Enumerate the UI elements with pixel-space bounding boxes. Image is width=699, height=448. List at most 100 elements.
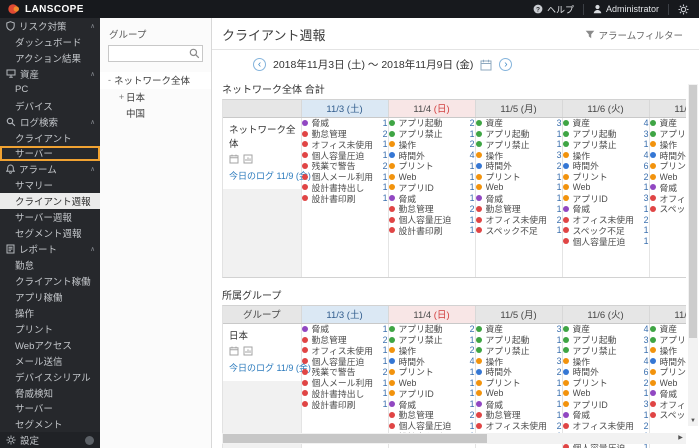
- sidebar-item-server-report[interactable]: サーバー: [0, 401, 100, 417]
- vertical-scrollbar-thumb[interactable]: [689, 85, 697, 339]
- alarm-count[interactable]: 2: [644, 215, 649, 225]
- alarm-count[interactable]: 1: [383, 172, 388, 182]
- tree-expander-icon[interactable]: +: [117, 92, 126, 102]
- alarm-count[interactable]: 1: [644, 182, 649, 192]
- alarm-count[interactable]: 2: [383, 335, 388, 345]
- mini-calendar-icon[interactable]: [229, 154, 239, 164]
- scroll-right-arrow-icon[interactable]: ▶: [675, 433, 686, 444]
- alarm-count[interactable]: 1: [470, 388, 475, 398]
- today-log-link[interactable]: 今日のログ 11/9 (金): [229, 169, 311, 182]
- alarm-count[interactable]: 1: [470, 182, 475, 192]
- alarm-count[interactable]: 2: [557, 367, 562, 377]
- alarm-filter-button[interactable]: アラームフィルター: [585, 28, 683, 42]
- sidebar-item-client[interactable]: クライアント: [0, 130, 100, 146]
- alarm-count[interactable]: 1: [644, 236, 649, 246]
- alarm-count[interactable]: 1: [470, 129, 475, 139]
- sidebar-item-client-weekly-report[interactable]: クライアント週報: [0, 193, 100, 210]
- sidebar-item-segment[interactable]: セグメント: [0, 416, 100, 432]
- sidebar-item-operation[interactable]: 操作: [0, 305, 100, 321]
- scroll-down-arrow-icon[interactable]: ▼: [688, 416, 698, 426]
- vertical-scrollbar[interactable]: ▼: [688, 84, 698, 426]
- sidebar-item-server-weekly-report[interactable]: サーバー週報: [0, 209, 100, 225]
- alarm-count[interactable]: 1: [470, 335, 475, 345]
- sidebar-item-dashboard[interactable]: ダッシュボード: [0, 34, 100, 50]
- alarm-count[interactable]: 1: [470, 172, 475, 182]
- alarm-count[interactable]: 3: [644, 129, 649, 139]
- alarm-count[interactable]: 3: [557, 150, 562, 160]
- alarm-count[interactable]: 1: [557, 378, 562, 388]
- horizontal-scrollbar[interactable]: ▶: [222, 433, 686, 444]
- search-icon[interactable]: [189, 48, 200, 59]
- alarm-count[interactable]: 6: [644, 367, 649, 377]
- alarm-count[interactable]: 2: [470, 410, 475, 420]
- alarm-count[interactable]: 1: [644, 225, 649, 235]
- sidebar-item-threat-detection[interactable]: 脅威検知: [0, 385, 100, 401]
- alarm-count[interactable]: 2: [470, 139, 475, 149]
- alarm-count[interactable]: 3: [557, 356, 562, 366]
- alarm-count[interactable]: 1: [383, 324, 388, 334]
- prev-week-button[interactable]: ‹: [253, 58, 266, 71]
- user-menu[interactable]: Administrator: [593, 4, 659, 14]
- alarm-count[interactable]: 1: [557, 388, 562, 398]
- sidebar-item-client-uptime[interactable]: クライアント稼働: [0, 273, 100, 289]
- sidebar-item-assets[interactable]: 資産 ∧: [0, 66, 100, 82]
- help-button[interactable]: ? ヘルプ: [533, 3, 574, 16]
- alarm-count[interactable]: 2: [470, 118, 475, 128]
- alarm-count[interactable]: 2: [644, 421, 649, 431]
- tree-node-japan[interactable]: + 日本: [100, 89, 211, 106]
- alarm-count[interactable]: 2: [383, 161, 388, 171]
- sidebar-item-log-search[interactable]: ログ検索 ∧: [0, 114, 100, 130]
- alarm-count[interactable]: 1: [383, 139, 388, 149]
- alarm-count[interactable]: 1: [557, 139, 562, 149]
- sidebar-item-mail-send[interactable]: メール送信: [0, 353, 100, 369]
- sidebar-item-action-results[interactable]: アクション結果: [0, 50, 100, 66]
- alarm-count[interactable]: 1: [470, 378, 475, 388]
- sidebar-item-app-uptime[interactable]: アプリ稼働: [0, 289, 100, 305]
- sidebar-item-settings[interactable]: 設定: [0, 432, 100, 448]
- alarm-count[interactable]: 1: [557, 345, 562, 355]
- alarm-count[interactable]: 2: [470, 324, 475, 334]
- alarm-count[interactable]: 2: [644, 378, 649, 388]
- mini-calendar-icon[interactable]: [229, 346, 239, 356]
- sidebar-item-segment-weekly-report[interactable]: セグメント週報: [0, 225, 100, 241]
- alarm-count[interactable]: 1: [557, 225, 562, 235]
- alarm-count[interactable]: 1: [383, 378, 388, 388]
- alarm-count[interactable]: 1: [557, 182, 562, 192]
- alarm-count[interactable]: 2: [557, 215, 562, 225]
- alarm-count[interactable]: 3: [644, 335, 649, 345]
- next-week-button[interactable]: ›: [499, 58, 513, 71]
- alarm-count[interactable]: 1: [383, 182, 388, 192]
- alarm-count[interactable]: 4: [470, 356, 475, 366]
- alarm-count[interactable]: 1: [470, 193, 475, 203]
- alarm-count[interactable]: 2: [557, 161, 562, 171]
- alarm-count[interactable]: 1: [557, 399, 562, 409]
- alarm-count[interactable]: 1: [470, 421, 475, 431]
- alarm-count[interactable]: 3: [557, 324, 562, 334]
- alarm-count[interactable]: 1: [557, 193, 562, 203]
- calendar-icon[interactable]: [480, 59, 492, 71]
- alarm-count[interactable]: 1: [644, 139, 649, 149]
- alarm-count[interactable]: 6: [644, 161, 649, 171]
- alarm-count[interactable]: 2: [383, 367, 388, 377]
- alarm-count[interactable]: 2: [470, 204, 475, 214]
- sidebar-item-attendance[interactable]: 勤怠: [0, 257, 100, 273]
- sidebar-item-summary[interactable]: サマリー: [0, 177, 100, 193]
- alarm-count[interactable]: 1: [557, 335, 562, 345]
- alarm-count[interactable]: 1: [644, 388, 649, 398]
- alarm-count[interactable]: 4: [470, 150, 475, 160]
- tree-expander-icon[interactable]: -: [105, 75, 114, 85]
- mini-graph-icon[interactable]: [243, 346, 253, 356]
- alarm-count[interactable]: 1: [470, 225, 475, 235]
- alarm-count[interactable]: 1: [557, 172, 562, 182]
- alarm-count[interactable]: 1: [470, 161, 475, 171]
- alarm-count[interactable]: 1: [383, 118, 388, 128]
- alarm-count[interactable]: 2: [644, 172, 649, 182]
- alarm-count[interactable]: 3: [644, 193, 649, 203]
- alarm-count[interactable]: 1: [383, 150, 388, 160]
- alarm-count[interactable]: 1: [644, 204, 649, 214]
- alarm-count[interactable]: 1: [557, 129, 562, 139]
- alarm-count[interactable]: 1: [557, 204, 562, 214]
- alarm-count[interactable]: 4: [644, 356, 649, 366]
- sidebar-item-device-serial[interactable]: デバイスシリアル: [0, 369, 100, 385]
- sidebar-item-print[interactable]: プリント: [0, 321, 100, 337]
